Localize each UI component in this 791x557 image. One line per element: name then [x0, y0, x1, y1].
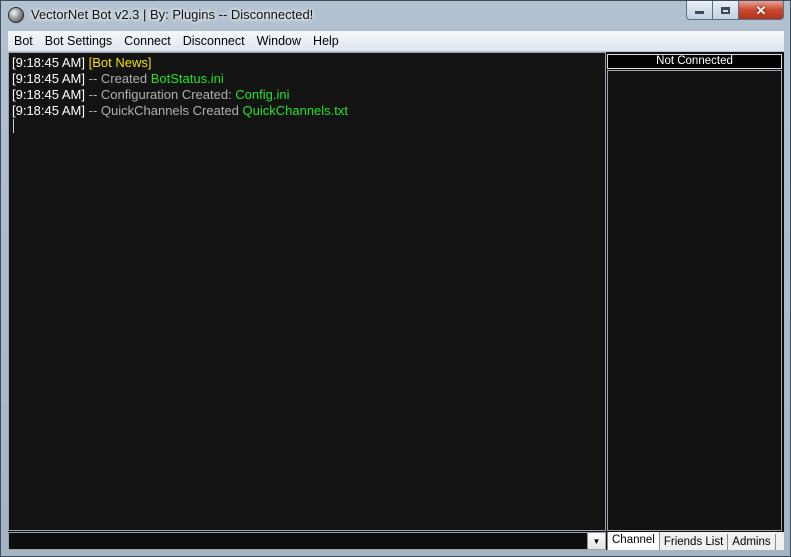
text-caret: [13, 119, 14, 133]
client-area: [9:18:45 AM] [Bot News] [9:18:45 AM] -- …: [8, 52, 784, 550]
menu-bot[interactable]: Bot: [8, 31, 39, 51]
menu-help[interactable]: Help: [307, 31, 345, 51]
close-button[interactable]: ✕: [739, 1, 784, 20]
caption-buttons: ✕: [686, 1, 784, 21]
tab-friends-list[interactable]: Friends List: [659, 534, 729, 550]
timestamp: [9:18:45 AM]: [12, 103, 85, 118]
maximize-button[interactable]: [713, 1, 739, 20]
console-caret-line: [12, 119, 602, 137]
tab-admins[interactable]: Admins: [728, 534, 776, 550]
chevron-down-icon: ▼: [592, 536, 601, 546]
minimize-button[interactable]: [686, 1, 713, 20]
console-line: [9:18:45 AM] [Bot News]: [12, 55, 602, 71]
console-highlight: [Bot News]: [88, 55, 152, 70]
menu-window[interactable]: Window: [251, 31, 307, 51]
console-highlight: QuickChannels.txt: [242, 103, 349, 118]
menu-connect[interactable]: Connect: [118, 31, 177, 51]
menu-bar: Bot Bot Settings Connect Disconnect Wind…: [8, 31, 784, 52]
globe-icon[interactable]: [8, 7, 24, 23]
minimize-icon: [695, 11, 704, 14]
side-panel: Not Connected Channel Friends List Admin…: [607, 52, 784, 550]
message-input[interactable]: ▼: [8, 532, 606, 550]
maximize-icon: [721, 6, 730, 14]
console-highlight: BotStatus.ini: [150, 71, 224, 86]
connection-status: Not Connected: [607, 54, 782, 69]
chat-console[interactable]: [9:18:45 AM] [Bot News] [9:18:45 AM] -- …: [8, 52, 606, 531]
title-bar[interactable]: VectorNet Bot v2.3 | By: Plugins -- Disc…: [1, 1, 790, 31]
timestamp: [9:18:45 AM]: [12, 71, 85, 86]
console-message: -- QuickChannels Created: [85, 103, 243, 118]
side-tabs: Channel Friends List Admins: [607, 532, 784, 550]
close-icon: ✕: [755, 2, 767, 18]
menu-bot-settings[interactable]: Bot Settings: [39, 31, 118, 51]
channel-list[interactable]: [607, 70, 782, 531]
tab-channel[interactable]: Channel: [607, 532, 660, 550]
main-window: VectorNet Bot v2.3 | By: Plugins -- Disc…: [0, 0, 791, 557]
timestamp: [9:18:45 AM]: [12, 87, 85, 102]
console-highlight: Config.ini: [235, 87, 290, 102]
console-message: -- Created: [85, 71, 151, 86]
console-line: [9:18:45 AM] -- QuickChannels Created Qu…: [12, 103, 602, 119]
console-line: [9:18:45 AM] -- Created BotStatus.ini: [12, 71, 602, 87]
window-title: VectorNet Bot v2.3 | By: Plugins -- Disc…: [31, 7, 314, 22]
menu-disconnect[interactable]: Disconnect: [177, 31, 251, 51]
console-message: -- Configuration Created:: [85, 87, 236, 102]
history-dropdown-button[interactable]: ▼: [587, 533, 605, 549]
console-line: [9:18:45 AM] -- Configuration Created: C…: [12, 87, 602, 103]
timestamp: [9:18:45 AM]: [12, 55, 85, 70]
